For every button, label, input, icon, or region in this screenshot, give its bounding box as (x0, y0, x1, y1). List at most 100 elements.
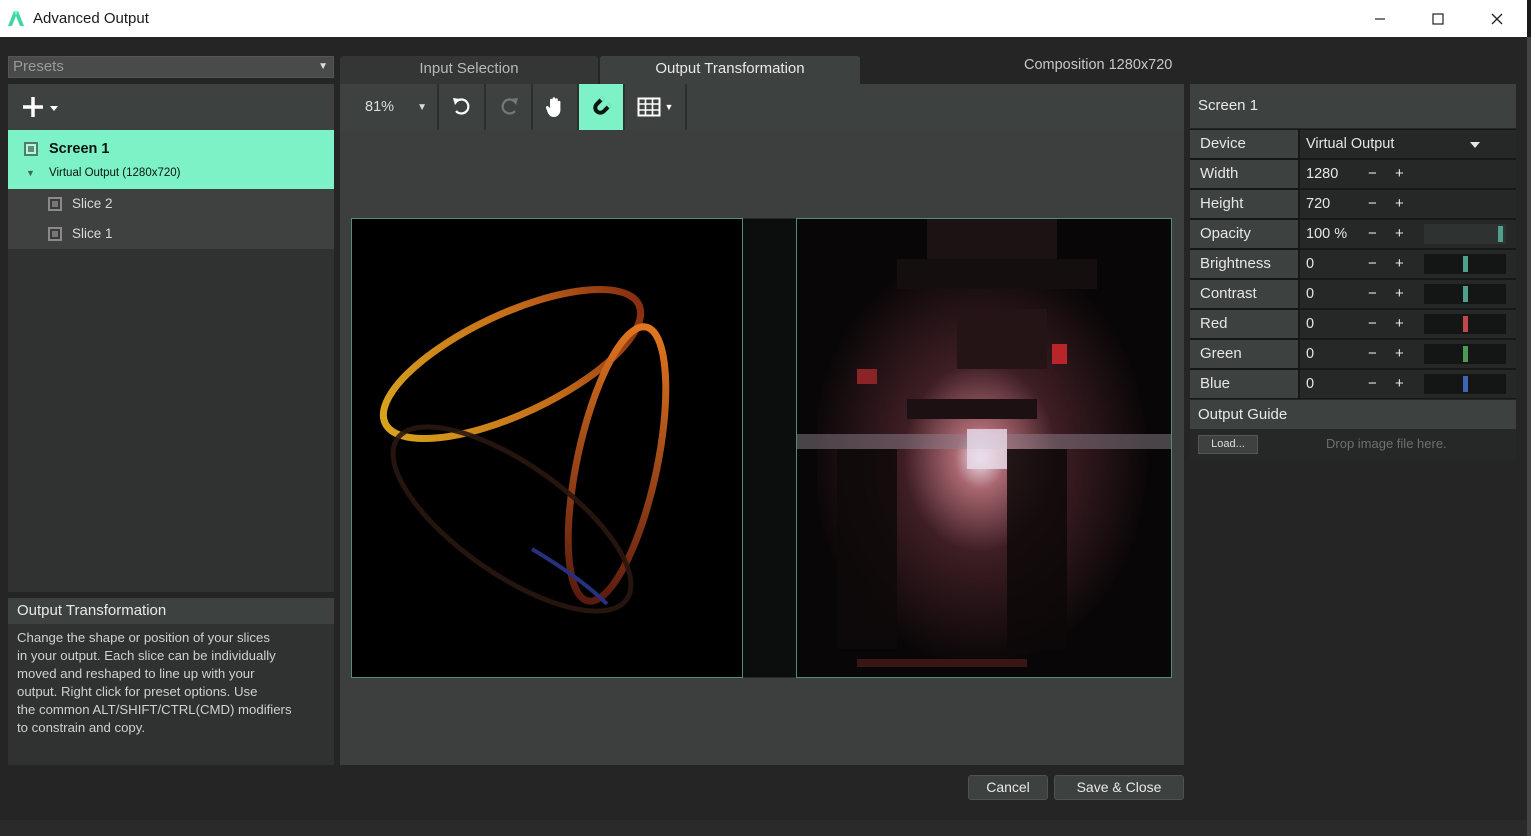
info-line: in your output. Each slice can be indivi… (17, 648, 276, 663)
tree-toolbar (8, 84, 334, 130)
slider-handle[interactable] (1498, 226, 1503, 242)
blue-slider[interactable] (1424, 374, 1506, 394)
decrement-button[interactable]: − (1368, 280, 1377, 308)
slice-name: Slice 2 (72, 196, 113, 211)
slider-handle[interactable] (1462, 286, 1468, 302)
collapse-arrow-icon[interactable]: ▼ (26, 168, 35, 178)
info-line: moved and reshaped to line up with your (17, 666, 255, 681)
load-button[interactable]: Load... (1198, 435, 1258, 454)
output-guide-drop-zone[interactable]: Load... Drop image file here. (1190, 429, 1516, 459)
height-field[interactable]: 720 − + (1300, 190, 1516, 218)
height-row: Height 720 − + (1190, 189, 1516, 219)
grid-dropdown[interactable]: ▼ (625, 84, 687, 130)
zoom-value: 81% (365, 99, 395, 115)
device-label: Device (1190, 130, 1298, 158)
red-slider[interactable] (1424, 314, 1506, 334)
increment-button[interactable]: + (1395, 190, 1404, 218)
maximize-button[interactable] (1409, 0, 1467, 37)
brightness-label: Brightness (1190, 250, 1298, 278)
brightness-slider[interactable] (1424, 254, 1506, 274)
increment-button[interactable]: + (1395, 280, 1404, 308)
opacity-slider[interactable] (1424, 224, 1506, 244)
tab-input-selection[interactable]: Input Selection (340, 56, 598, 84)
background-app-strip (0, 820, 1527, 836)
hand-icon (545, 97, 561, 117)
title-bar: Advanced Output (0, 0, 1527, 37)
slider-handle[interactable] (1462, 256, 1468, 272)
maximize-icon (1432, 12, 1444, 25)
tree-item-screen-1[interactable]: Screen 1 ▼ Virtual Output (1280x720) (8, 130, 334, 189)
redo-icon (501, 98, 518, 115)
screen-name: Screen 1 (49, 141, 110, 157)
increment-button[interactable]: + (1395, 310, 1404, 338)
slice-1-preview[interactable] (796, 218, 1172, 678)
slider-handle[interactable] (1462, 376, 1468, 392)
increment-button[interactable]: + (1395, 250, 1404, 278)
add-icon[interactable] (22, 94, 62, 120)
minimize-button[interactable] (1351, 0, 1409, 37)
blue-row: Blue 0 − + (1190, 369, 1516, 399)
info-line: output. Right click for preset options. … (17, 684, 258, 699)
width-field[interactable]: 1280 − + (1300, 160, 1516, 188)
opacity-row: Opacity 100 % − + (1190, 219, 1516, 249)
decrement-button[interactable]: − (1368, 160, 1377, 188)
green-slider[interactable] (1424, 344, 1506, 364)
chevron-down-icon (1470, 142, 1480, 148)
pan-tool-button[interactable] (533, 84, 579, 130)
redo-button[interactable] (486, 84, 533, 130)
info-description: Change the shape or position of your sli… (8, 624, 334, 765)
composition-size: Composition 1280x720 (1024, 57, 1173, 73)
decrement-button[interactable]: − (1368, 370, 1377, 398)
undo-icon (452, 98, 469, 115)
presets-dropdown[interactable]: Presets ▼ (8, 56, 334, 78)
increment-button[interactable]: + (1395, 370, 1404, 398)
transform-toolbar: 81% ▼ ▼ (340, 84, 1184, 130)
height-value: 720 (1306, 196, 1331, 212)
green-row: Green 0 − + (1190, 339, 1516, 369)
grid-icon (637, 97, 661, 117)
checkbox-icon[interactable] (24, 142, 38, 156)
minimize-icon (1375, 17, 1385, 20)
decrement-button[interactable]: − (1368, 340, 1377, 368)
brightness-value: 0 (1306, 256, 1315, 272)
decrement-button[interactable]: − (1368, 310, 1377, 338)
green-label: Green (1190, 340, 1298, 368)
checkbox-icon[interactable] (48, 227, 62, 241)
decrement-button[interactable]: − (1368, 250, 1377, 278)
chevron-down-icon: ▼ (318, 61, 328, 72)
slider-handle[interactable] (1462, 346, 1468, 362)
slider-handle[interactable] (1462, 316, 1468, 332)
increment-button[interactable]: + (1395, 160, 1404, 188)
close-button[interactable] (1468, 0, 1526, 37)
checkbox-icon[interactable] (48, 197, 62, 211)
opacity-value: 100 % (1306, 226, 1348, 242)
contrast-slider[interactable] (1424, 284, 1506, 304)
device-row: Device Virtual Output (1190, 129, 1516, 159)
tree-item-slice-2[interactable]: Slice 2 (8, 189, 334, 219)
zoom-dropdown[interactable]: 81% ▼ (340, 84, 439, 130)
canvas-gap (743, 218, 796, 678)
snap-tool-button[interactable] (579, 84, 625, 130)
save-close-button[interactable]: Save & Close (1054, 775, 1184, 800)
tree-item-slice-1[interactable]: Slice 1 (8, 219, 334, 249)
undo-button[interactable] (439, 84, 486, 130)
width-value: 1280 (1306, 166, 1339, 182)
window-edge (1527, 37, 1531, 836)
window-title: Advanced Output (33, 10, 149, 27)
blue-value: 0 (1306, 376, 1315, 392)
tab-output-transformation[interactable]: Output Transformation (600, 56, 860, 84)
device-select[interactable]: Virtual Output (1300, 130, 1516, 158)
info-line: Change the shape or position of your sli… (17, 630, 270, 645)
decrement-button[interactable]: − (1368, 190, 1377, 218)
contrast-value: 0 (1306, 286, 1315, 302)
contrast-label: Contrast (1190, 280, 1298, 308)
increment-button[interactable]: + (1395, 220, 1404, 248)
blue-label: Blue (1190, 370, 1298, 398)
decrement-button[interactable]: − (1368, 220, 1377, 248)
increment-button[interactable]: + (1395, 340, 1404, 368)
cancel-button[interactable]: Cancel (968, 775, 1048, 800)
green-value: 0 (1306, 346, 1315, 362)
slice-name: Slice 1 (72, 226, 113, 241)
slice-2-preview[interactable] (351, 218, 743, 678)
magnet-icon (593, 96, 612, 115)
